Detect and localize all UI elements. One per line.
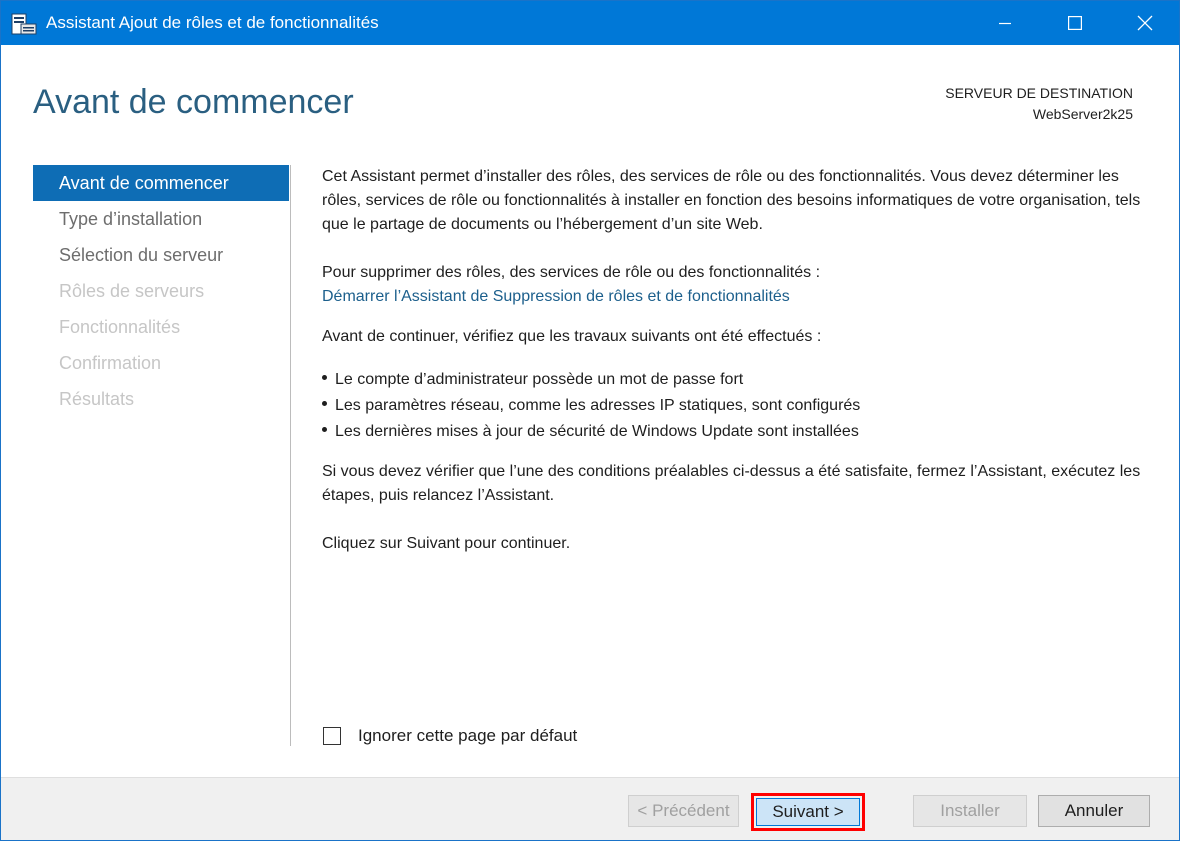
wizard-window: Assistant Ajout de rôles et de fonctionn… [0, 0, 1180, 841]
destination-server-name: WebServer2k25 [1032, 106, 1133, 122]
minimize-button[interactable] [982, 1, 1028, 45]
window-title: Assistant Ajout de rôles et de fonctionn… [46, 13, 379, 32]
server-manager-icon [11, 13, 37, 35]
cancel-button[interactable]: Annuler [1038, 795, 1150, 827]
page-title: Avant de commencer [33, 83, 354, 121]
prerequisites-list: Le compte d’administrateur possède un mo… [322, 367, 1152, 445]
skip-page-option[interactable]: Ignorer cette page par défaut [323, 725, 577, 747]
title-bar[interactable]: Assistant Ajout de rôles et de fonctionn… [1, 1, 1179, 45]
destination-server-info: SERVEUR DE DESTINATION WebServer2k25 [945, 83, 1133, 125]
intro-text: Cet Assistant permet d’installer des rôl… [322, 168, 1141, 233]
install-button[interactable]: Installer [913, 795, 1027, 827]
remove-text: Pour supprimer des rôles, des services d… [322, 264, 821, 281]
maximize-button[interactable] [1052, 1, 1098, 45]
previous-button[interactable]: < Précédent [628, 795, 739, 827]
skip-page-checkbox[interactable] [323, 727, 341, 745]
remove-roles-wizard-link[interactable]: Démarrer l’Assistant de Suppression de r… [322, 288, 790, 305]
list-item: Le compte d’administrateur possède un mo… [322, 367, 1152, 393]
nav-step-server-roles: Rôles de serveurs [59, 281, 205, 301]
wizard-steps-nav: Avant de commencer Type d’installation S… [33, 165, 289, 417]
close-icon [1137, 15, 1153, 31]
bullet-icon [322, 375, 327, 380]
nav-step-confirmation: Confirmation [59, 353, 162, 373]
minimize-icon [999, 22, 1011, 25]
nav-step-features: Fonctionnalités [59, 317, 181, 337]
prerequisites-check-text: Si vous devez vérifier que l’une des con… [322, 463, 1141, 504]
nav-step-installation-type[interactable]: Type d’installation [33, 201, 289, 237]
bullet-icon [322, 427, 327, 432]
next-button[interactable]: Suivant > [756, 798, 860, 826]
button-bar: < Précédent Suivant > Installer Annuler [1, 777, 1179, 840]
maximize-icon [1068, 16, 1082, 30]
destination-label: SERVEUR DE DESTINATION [945, 85, 1133, 101]
vertical-divider [290, 165, 291, 746]
close-button[interactable] [1122, 1, 1168, 45]
remove-section: Pour supprimer des rôles, des services d… [322, 261, 1152, 309]
nav-step-results: Résultats [59, 389, 135, 409]
continue-instruction: Cliquez sur Suivant pour continuer. [322, 535, 571, 552]
nav-step-before-you-begin[interactable]: Avant de commencer [33, 165, 289, 201]
prerequisites-intro: Avant de continuer, vérifiez que les tra… [322, 328, 822, 345]
list-item: Les paramètres réseau, comme les adresse… [322, 393, 1152, 419]
nav-step-server-selection[interactable]: Sélection du serveur [33, 237, 289, 273]
list-item: Les dernières mises à jour de sécurité d… [322, 419, 1152, 445]
skip-page-label[interactable]: Ignorer cette page par défaut [358, 726, 577, 746]
bullet-icon [322, 401, 327, 406]
